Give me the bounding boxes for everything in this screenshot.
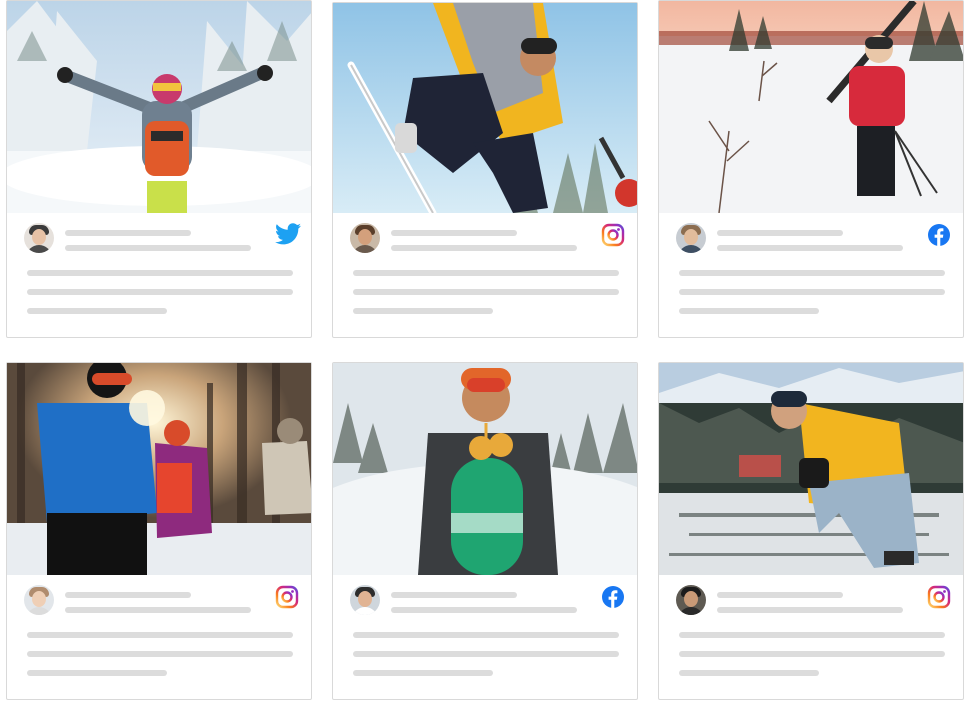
post-text-placeholder bbox=[679, 270, 945, 276]
post-text-placeholder bbox=[27, 632, 293, 638]
author-name-placeholder bbox=[717, 230, 843, 236]
photo-skier-sunset bbox=[659, 1, 963, 213]
author-name-placeholder bbox=[391, 230, 517, 236]
author-avatar[interactable] bbox=[676, 223, 706, 253]
author-name-placeholder bbox=[65, 592, 191, 598]
post-text-placeholder bbox=[27, 308, 167, 314]
post-photo[interactable] bbox=[333, 363, 637, 575]
post-text-placeholder bbox=[353, 289, 619, 295]
post-card[interactable] bbox=[332, 362, 638, 700]
post-photo[interactable] bbox=[333, 3, 637, 213]
post-text-placeholder bbox=[353, 308, 493, 314]
instagram-icon[interactable] bbox=[601, 223, 625, 247]
post-card[interactable] bbox=[6, 362, 312, 700]
author-handle-placeholder bbox=[65, 245, 251, 251]
author-handle-placeholder bbox=[717, 607, 903, 613]
post-photo[interactable] bbox=[7, 363, 311, 575]
photo-snow-fight bbox=[7, 363, 311, 575]
post-photo[interactable] bbox=[659, 363, 963, 575]
author-avatar[interactable] bbox=[24, 585, 54, 615]
post-card[interactable] bbox=[658, 362, 964, 700]
photo-yellow-jacket-mountain bbox=[659, 363, 963, 575]
author-name-placeholder bbox=[717, 592, 843, 598]
author-avatar[interactable] bbox=[676, 585, 706, 615]
post-text-placeholder bbox=[27, 670, 167, 676]
author-handle-placeholder bbox=[65, 607, 251, 613]
author-handle-placeholder bbox=[391, 607, 577, 613]
instagram-icon[interactable] bbox=[275, 585, 299, 609]
post-text-placeholder bbox=[27, 289, 293, 295]
post-text-placeholder bbox=[353, 670, 493, 676]
post-text-placeholder bbox=[27, 270, 293, 276]
author-handle-placeholder bbox=[391, 245, 577, 251]
facebook-icon[interactable] bbox=[601, 585, 625, 609]
post-text-placeholder bbox=[27, 651, 293, 657]
post-card[interactable] bbox=[658, 0, 964, 338]
author-avatar[interactable] bbox=[24, 223, 54, 253]
twitter-icon[interactable] bbox=[275, 223, 301, 247]
author-name-placeholder bbox=[65, 230, 191, 236]
post-text-placeholder bbox=[679, 632, 945, 638]
instagram-icon[interactable] bbox=[927, 585, 951, 609]
post-card[interactable] bbox=[6, 0, 312, 338]
photo-backpacker-snow bbox=[7, 1, 311, 213]
post-text-placeholder bbox=[353, 270, 619, 276]
author-avatar[interactable] bbox=[350, 585, 380, 615]
photo-snowboarder-board bbox=[333, 363, 637, 575]
post-text-placeholder bbox=[679, 651, 945, 657]
post-text-placeholder bbox=[353, 651, 619, 657]
author-avatar[interactable] bbox=[350, 223, 380, 253]
facebook-icon[interactable] bbox=[927, 223, 951, 247]
post-card[interactable] bbox=[332, 2, 638, 338]
post-text-placeholder bbox=[679, 308, 819, 314]
author-name-placeholder bbox=[391, 592, 517, 598]
post-photo[interactable] bbox=[7, 1, 311, 213]
post-photo[interactable] bbox=[659, 1, 963, 213]
post-text-placeholder bbox=[353, 632, 619, 638]
author-handle-placeholder bbox=[717, 245, 903, 251]
photo-snowboarder-jump bbox=[333, 3, 637, 213]
post-text-placeholder bbox=[679, 670, 819, 676]
post-text-placeholder bbox=[679, 289, 945, 295]
